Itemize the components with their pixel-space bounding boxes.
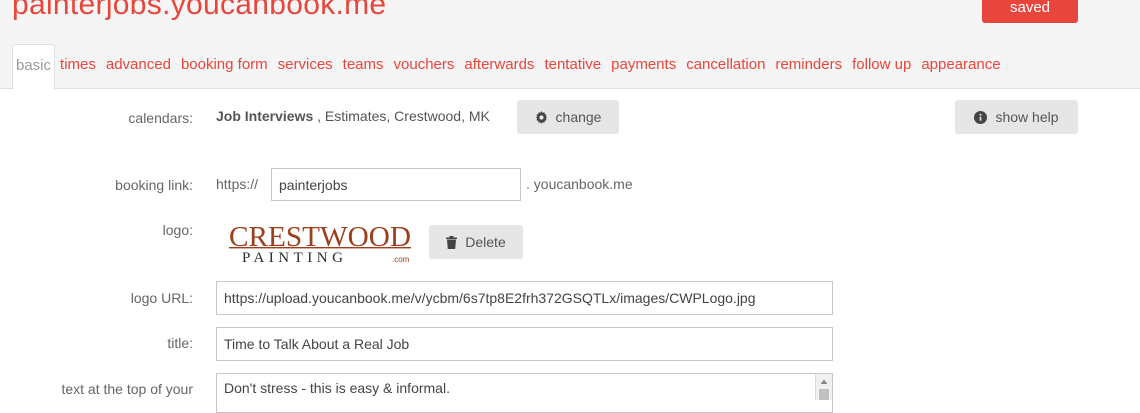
primary-calendar: Job Interviews [216,108,314,124]
tab-payments[interactable]: payments [606,44,681,88]
show-help-label: show help [995,109,1059,125]
title-label: title: [167,335,193,351]
textarea-scrollbar[interactable] [815,374,832,400]
booking-link-prefix: https:// [216,176,259,192]
delete-logo-button[interactable]: Delete [429,225,523,259]
tab-teams[interactable]: teams [338,44,389,88]
booking-link-input[interactable]: painterjobs [271,168,521,201]
tab-booking-form[interactable]: booking form [176,44,273,88]
booking-link-suffix: . youcanbook.me [526,176,633,192]
logo-url-label: logo URL: [130,290,193,306]
tab-vouchers[interactable]: vouchers [389,44,460,88]
gear-icon [535,110,548,124]
title-input[interactable]: Time to Talk About a Real Job [216,327,833,361]
trash-icon [446,235,458,249]
booking-link-label: booking link: [115,177,193,193]
tab-advanced[interactable]: advanced [101,44,176,88]
change-calendars-button[interactable]: change [517,100,619,134]
saved-button[interactable]: saved [982,0,1078,23]
show-help-button[interactable]: show help [955,100,1078,134]
tab-reminders[interactable]: reminders [770,44,847,88]
top-text-textarea[interactable]: Don't stress - this is easy & informal. [216,373,833,413]
calendars-label: calendars: [128,110,193,126]
logo-label: logo: [162,222,193,238]
tab-cancellation[interactable]: cancellation [681,44,770,88]
tab-appearance[interactable]: appearance [916,44,1005,88]
logo-url-input[interactable]: https://upload.youcanbook.me/v/ycbm/6s7t… [216,281,833,315]
top-bar: painterjobs.youcanbook.me saved basic ti… [0,0,1140,90]
tab-afterwards[interactable]: afterwards [459,44,539,88]
tab-follow-up[interactable]: follow up [847,44,916,88]
company-logo: CRESTWOOD PAINTING .com [228,220,414,266]
tab-tentative[interactable]: tentative [539,44,606,88]
other-calendars: , Estimates, Crestwood, MK [313,108,490,124]
logo-line2: PAINTING [242,250,347,266]
tab-basic[interactable]: basic [12,44,56,90]
info-icon [974,110,988,124]
tab-services[interactable]: services [273,44,338,88]
tab-times[interactable]: times [55,44,101,88]
settings-tabs: basic times advanced booking form servic… [12,44,1006,90]
logo-suffix: .com [392,255,410,264]
calendars-list: Job Interviews , Estimates, Crestwood, M… [216,108,490,124]
delete-label: Delete [465,234,506,250]
change-label: change [555,109,602,125]
site-title: painterjobs.youcanbook.me [12,0,387,21]
top-text-label: text at the top of your [61,381,193,397]
